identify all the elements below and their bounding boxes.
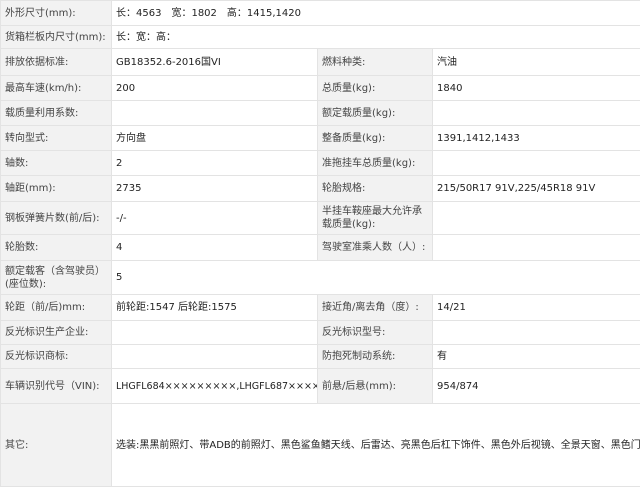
reflector-maker-label: 反光标识生产企业:	[0, 320, 112, 345]
row-reflector-maker: 反光标识生产企业: 反光标识型号:	[0, 320, 640, 345]
track-label: 轮距（前/后)mm:	[0, 294, 112, 321]
track-value: 前轮距:1547 后轮距:1575	[111, 294, 318, 321]
overhang-value: 954/874	[431, 368, 640, 404]
wheelbase-value: 2735	[111, 175, 318, 202]
spring-label: 钢板弹簧片数(前/后):	[0, 201, 112, 235]
approach-angle-value: 14/21	[431, 294, 640, 321]
trailer-mass-value	[431, 150, 640, 176]
reflector-model-label: 反光标识型号:	[317, 320, 433, 345]
row-spring: 钢板弹簧片数(前/后): -/- 半挂车鞍座最大允许承载质量(kg):	[0, 201, 640, 235]
cargo-height-label: 高：	[156, 31, 176, 43]
cargo-width-label: 宽：	[136, 31, 156, 43]
total-mass-value: 1840	[431, 75, 640, 101]
length-label: 长：	[116, 7, 136, 19]
vin-value: LHGFL684×××××××××,LHGFL687×××××××××,LHGF…	[111, 368, 318, 404]
abs-value: 有	[431, 344, 640, 369]
tire-spec-label: 轮胎规格:	[317, 175, 433, 202]
saddle-value	[431, 201, 640, 235]
row-vin: 车辆识别代号（VIN): LHGFL684×××××××××,LHGFL687×…	[0, 368, 640, 404]
row-track: 轮距（前/后)mm: 前轮距:1547 后轮距:1575 接近角/离去角（度）:…	[0, 294, 640, 321]
length-value: 4563	[136, 7, 162, 19]
rated-load-value	[431, 100, 640, 126]
vehicle-spec-table: 外形尺寸(mm): 长：4563 宽：1802 高：1415,1420 货箱栏板内尺…	[0, 0, 640, 487]
cargo-length-label: 长：	[116, 31, 136, 43]
height-value: 1415,1420	[246, 7, 301, 19]
steering-label: 转向型式:	[0, 125, 112, 151]
top-speed-label: 最高车速(km/h):	[0, 75, 112, 101]
wheelbase-label: 轴距(mm):	[0, 175, 112, 202]
row-axles: 轴数: 2 准拖挂车总质量(kg):	[0, 150, 640, 176]
emission-value: GB18352.6-2016国VI	[111, 48, 318, 76]
width-value: 1802	[191, 7, 217, 19]
spring-value: -/-	[111, 201, 318, 235]
cab-seats-label: 驾驶室准乘人数（人）:	[317, 234, 433, 261]
vin-label: 车辆识别代号（VIN):	[0, 368, 112, 404]
width-label: 宽：	[171, 7, 192, 19]
reflector-maker-value	[111, 320, 318, 345]
load-util-value	[111, 100, 318, 126]
curb-mass-value: 1391,1412,1433	[431, 125, 640, 151]
total-mass-label: 总质量(kg):	[317, 75, 433, 101]
passengers-value: 5	[110, 260, 640, 295]
other-notes-value: 选装:黑黑前照灯、带ADB的前照灯、黑色鲨鱼鳍天线、后雷达、亮黑色后杠下饰件、黑…	[110, 403, 640, 487]
fuel-label: 燃料种类:	[317, 48, 433, 76]
trailer-mass-label: 准拖挂车总质量(kg):	[317, 150, 433, 176]
row-reflector-brand: 反光标识商标: 防抱死制动系统: 有	[0, 344, 640, 369]
approach-angle-label: 接近角/离去角（度）:	[317, 294, 433, 321]
tire-count-value: 4	[111, 234, 318, 261]
axles-value: 2	[111, 150, 318, 176]
fuel-value: 汽油	[431, 48, 640, 76]
emission-label: 排放依据标准:	[0, 48, 112, 76]
steering-value: 方向盘	[111, 125, 318, 151]
tire-count-label: 轮胎数:	[0, 234, 112, 261]
reflector-model-value	[431, 320, 640, 345]
row-other: 其它: 选装:黑黑前照灯、带ADB的前照灯、黑色鲨鱼鳍天线、后雷达、亮黑色后杠下…	[0, 403, 640, 487]
row-speed-mass: 最高车速(km/h): 200 总质量(kg): 1840	[0, 75, 640, 101]
row-steering: 转向型式: 方向盘 整备质量(kg): 1391,1412,1433	[0, 125, 640, 151]
cargo-dimensions-label: 货箱栏板内尺寸(mm):	[0, 25, 112, 49]
row-wheelbase: 轴距(mm): 2735 轮胎规格: 215/50R17 91V,225/45R…	[0, 175, 640, 202]
cab-seats-value	[431, 234, 640, 261]
overhang-label: 前悬/后悬(mm):	[317, 368, 433, 404]
rated-load-label: 额定载质量(kg):	[317, 100, 433, 126]
row-outer-dimensions: 外形尺寸(mm): 长：4563 宽：1802 高：1415,1420	[0, 0, 640, 26]
reflector-brand-value	[111, 344, 318, 369]
outer-dimensions-value: 长：4563 宽：1802 高：1415,1420	[110, 0, 640, 26]
row-tire-count: 轮胎数: 4 驾驶室准乘人数（人）:	[0, 234, 640, 261]
row-cargo-dimensions: 货箱栏板内尺寸(mm): 长：宽：高：	[0, 25, 640, 49]
other-label: 其它:	[0, 403, 112, 487]
row-load: 载质量利用系数: 额定载质量(kg):	[0, 100, 640, 126]
load-util-label: 载质量利用系数:	[0, 100, 112, 126]
tire-spec-value: 215/50R17 91V,225/45R18 91V	[431, 175, 640, 202]
abs-label: 防抱死制动系统:	[317, 344, 433, 369]
axles-label: 轴数:	[0, 150, 112, 176]
passengers-label: 额定载客（含驾驶员）(座位数):	[0, 260, 112, 295]
height-label: 高：	[226, 7, 247, 19]
top-speed-value: 200	[111, 75, 318, 101]
cargo-dimensions-value: 长：宽：高：	[110, 25, 640, 49]
curb-mass-label: 整备质量(kg):	[317, 125, 433, 151]
row-emission-fuel: 排放依据标准: GB18352.6-2016国VI 燃料种类: 汽油	[0, 48, 640, 76]
outer-dimensions-label: 外形尺寸(mm):	[0, 0, 112, 26]
row-passengers: 额定载客（含驾驶员）(座位数): 5	[0, 260, 640, 295]
reflector-brand-label: 反光标识商标:	[0, 344, 112, 369]
saddle-label: 半挂车鞍座最大允许承载质量(kg):	[317, 201, 433, 235]
